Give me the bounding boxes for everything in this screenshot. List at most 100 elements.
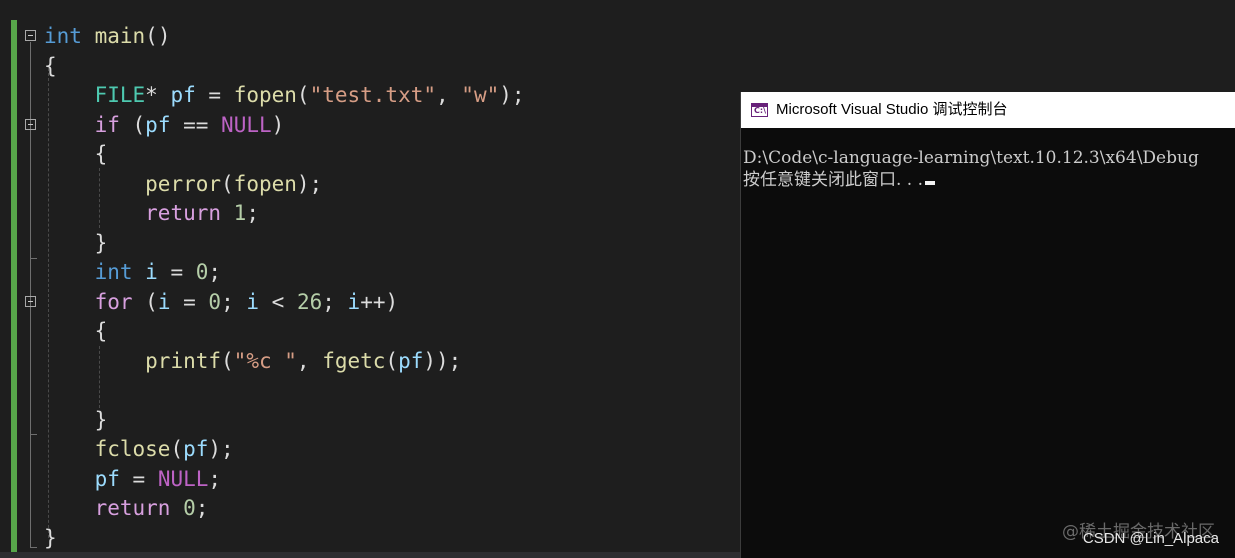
code-line[interactable]: fclose(pf); [44,434,234,464]
code-token: fgetc [322,348,386,373]
console-output[interactable]: D:\Code\c-language-learning\text.10.12.3… [741,128,1235,558]
code-token: = [170,289,209,314]
code-token: = [157,260,196,284]
code-token: ; [195,496,209,520]
outline-end-for [30,434,37,435]
code-token: < [259,289,297,314]
change-tracking-bar [11,20,17,554]
code-line[interactable]: printf("%c ", fgetc(pf)); [44,346,461,376]
code-line[interactable]: for (i = 0; i < 26; i++) [44,287,399,317]
collapse-for-icon[interactable] [25,296,36,307]
code-token: 0 [183,496,196,520]
code-token: for [94,289,133,314]
code-token: pf [398,348,424,373]
code-token: ( [170,437,184,461]
console-output-path: D:\Code\c-language-learning\text.10.12.3… [743,148,1199,168]
code-token: } [44,407,108,432]
code-token: return [94,496,171,520]
debug-console-window[interactable]: C:\ Microsoft Visual Studio 调试控制台 D:\Cod… [741,92,1235,558]
horizontal-scrollbar[interactable] [0,552,740,558]
code-token: i [347,289,361,314]
code-line[interactable]: if (pf == NULL) [44,110,285,140]
press-any-key-text: 按任意键关闭此窗口. . . [743,170,924,190]
code-token: } [44,230,108,255]
code-token: { [44,319,108,343]
code-token: pf [145,112,171,137]
code-token: pf [183,437,209,461]
code-token: 0 [208,289,222,314]
code-token: 0 [195,260,209,284]
text-cursor [925,181,936,185]
code-token: i [157,289,171,314]
csdn-author-watermark: CSDN @Lin_Alpaca [1082,530,1219,547]
code-line[interactable]: perror(fopen); [44,169,322,199]
code-token: ++) [360,289,399,314]
code-line[interactable]: pf = NULL; [44,464,221,494]
code-token: int [94,260,133,284]
code-token: ); [296,171,323,196]
console-app-icon: C:\ [751,103,768,117]
console-titlebar[interactable]: C:\ Microsoft Visual Studio 调试控制台 [741,92,1235,128]
console-prompt-line: 按任意键关闭此窗口. . . [743,169,936,191]
code-token: ( [119,112,146,137]
code-token: ( [132,289,158,314]
code-line[interactable]: } [44,523,57,553]
code-line[interactable]: { [44,316,108,346]
outline-line-main [30,42,31,548]
code-token: * [145,83,171,107]
code-token: return [145,201,222,225]
code-token: "%c " [233,348,297,373]
code-token: NULL [221,112,272,137]
code-token: ); [499,83,525,107]
code-token: ; [208,466,222,491]
code-line[interactable]: FILE* pf = fopen("test.txt", "w"); [44,80,525,110]
code-token: 1 [233,201,247,225]
code-token: { [44,142,108,166]
code-token: fclose [94,437,171,461]
code-token: FILE [94,83,146,107]
code-token: fopen [233,83,297,107]
code-token: ( [296,83,310,107]
code-token: ( [221,348,234,373]
code-line[interactable]: { [44,139,108,169]
code-line[interactable]: return 1; [44,198,259,228]
code-line[interactable]: int main() [44,21,170,51]
code-token: main [94,24,146,48]
code-token: = [119,466,158,491]
code-line[interactable]: return 0; [44,493,209,523]
code-line[interactable]: } [44,228,108,258]
code-token: ( [221,171,234,196]
code-token: fopen [233,171,297,196]
code-token: pf [170,83,196,107]
code-token: )); [423,348,462,373]
code-token: , [296,348,323,373]
code-token: ; [246,201,259,225]
code-token: ; [208,260,222,284]
code-token: printf [145,348,222,373]
code-token: perror [145,171,222,196]
code-line[interactable]: int i = 0; [44,257,222,287]
code-token: "w" [461,83,500,107]
code-line[interactable]: } [44,405,108,435]
code-token: 26 [296,289,323,314]
code-token: int [44,24,82,48]
collapse-if-icon[interactable] [25,119,36,130]
code-line[interactable]: { [44,51,57,81]
collapse-main-icon[interactable] [25,30,36,41]
code-token: ( [385,348,399,373]
console-title: Microsoft Visual Studio 调试控制台 [776,101,1008,118]
code-token: NULL [157,466,209,491]
code-token: () [145,24,171,48]
code-token: ; [322,289,348,314]
